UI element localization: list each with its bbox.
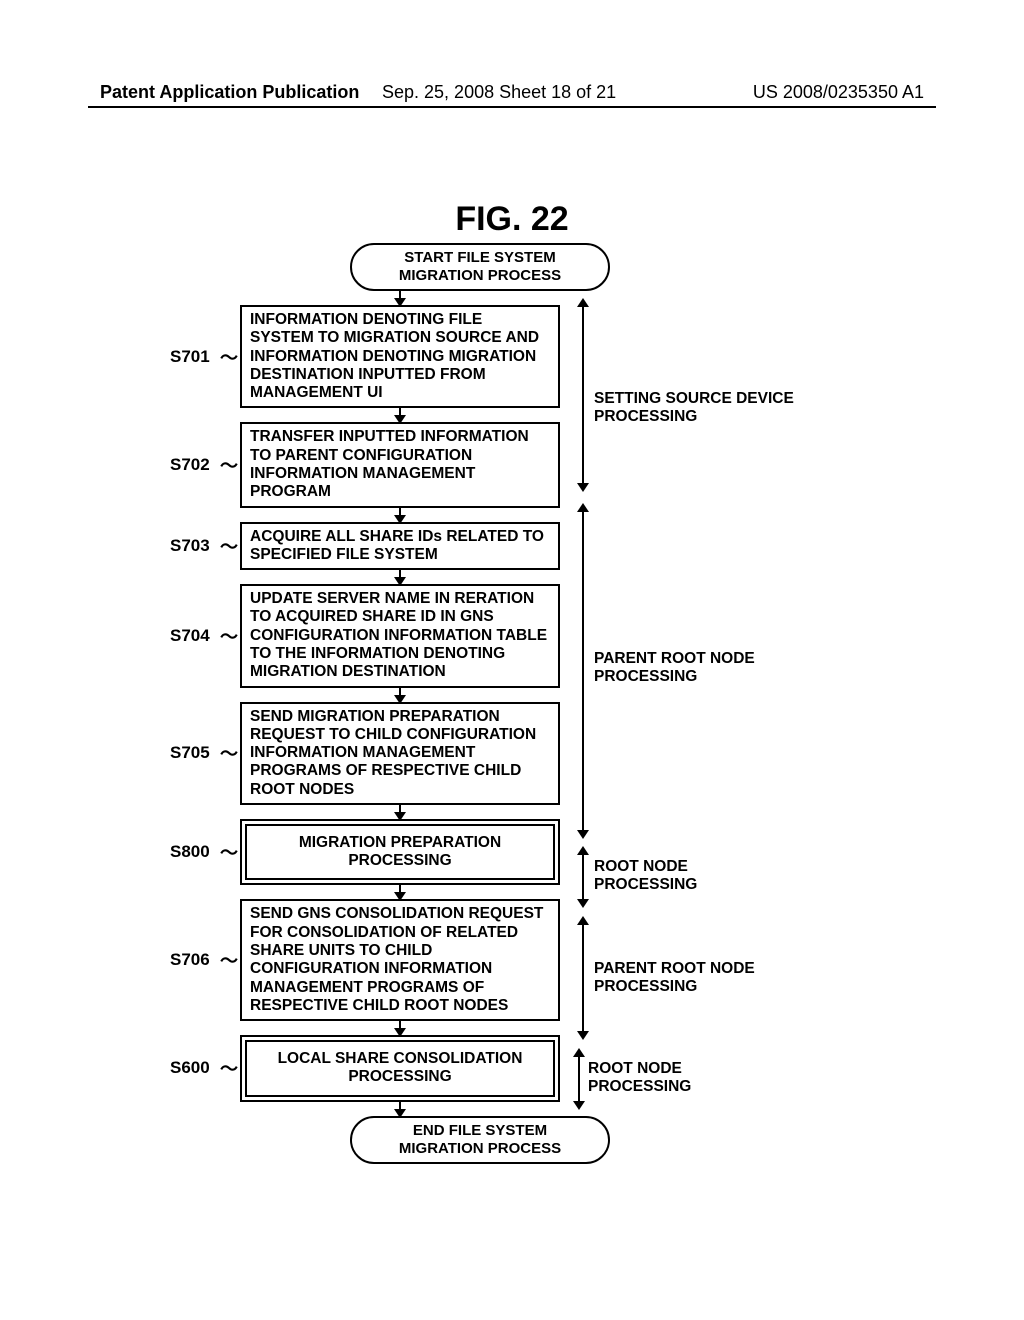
bracket-parent-root-1	[582, 505, 584, 837]
tilde-icon: 〜	[220, 623, 238, 649]
tilde-icon: 〜	[220, 1055, 238, 1081]
step-s701: S701 〜 INFORMATION DENOTING FILE SYSTEM …	[240, 305, 560, 408]
header-pub-number: US 2008/0235350 A1	[753, 82, 924, 103]
bracket-root-node-1	[582, 848, 584, 906]
bracket-label-root-node-1: ROOT NODE PROCESSING	[594, 858, 794, 895]
patent-page: Patent Application Publication Sep. 25, …	[0, 0, 1024, 1320]
tilde-icon: 〜	[220, 344, 238, 370]
bracket-setting-source	[582, 300, 584, 490]
step-text: SEND GNS CONSOLIDATION REQUEST FOR CONSO…	[240, 899, 560, 1021]
terminator-start: START FILE SYSTEM MIGRATION PROCESS	[350, 243, 610, 291]
bracket-root-node-2	[578, 1050, 580, 1108]
flowchart: START FILE SYSTEM MIGRATION PROCESS S701…	[170, 243, 790, 1164]
tilde-icon: 〜	[220, 452, 238, 478]
bracket-label-setting-source: SETTING SOURCE DEVICE PROCESSING	[594, 390, 794, 427]
step-id: S706	[170, 950, 210, 970]
terminator-end: END FILE SYSTEM MIGRATION PROCESS	[350, 1116, 610, 1164]
header-rule	[88, 106, 936, 108]
step-text: TRANSFER INPUTTED INFORMATION TO PARENT …	[240, 422, 560, 507]
figure-title: FIG. 22	[0, 200, 1024, 239]
tilde-icon: 〜	[220, 740, 238, 766]
step-text: UPDATE SERVER NAME IN RERATION TO ACQUIR…	[240, 584, 560, 687]
step-id: S704	[170, 626, 210, 646]
step-id: S701	[170, 347, 210, 367]
step-s706: S706 〜 SEND GNS CONSOLIDATION REQUEST FO…	[240, 899, 560, 1021]
step-text: ACQUIRE ALL SHARE IDs RELATED TO SPECIFI…	[240, 522, 560, 571]
step-s600: S600 〜 LOCAL SHARE CONSOLIDATION PROCESS…	[240, 1035, 560, 1102]
step-s704: S704 〜 UPDATE SERVER NAME IN RERATION TO…	[240, 584, 560, 687]
subprocess-text: MIGRATION PREPARATION PROCESSING	[245, 824, 555, 881]
tilde-icon: 〜	[220, 533, 238, 559]
step-id: S800	[170, 842, 210, 862]
step-id: S705	[170, 743, 210, 763]
step-s703: S703 〜 ACQUIRE ALL SHARE IDs RELATED TO …	[240, 522, 560, 571]
tilde-icon: 〜	[220, 839, 238, 865]
step-s702: S702 〜 TRANSFER INPUTTED INFORMATION TO …	[240, 422, 560, 507]
step-s705: S705 〜 SEND MIGRATION PREPARATION REQUES…	[240, 702, 560, 805]
header-pub-type: Patent Application Publication	[100, 82, 359, 103]
bracket-label-parent-root-1: PARENT ROOT NODE PROCESSING	[594, 650, 794, 687]
bracket-label-parent-root-2: PARENT ROOT NODE PROCESSING	[594, 960, 794, 997]
step-text: INFORMATION DENOTING FILE SYSTEM TO MIGR…	[240, 305, 560, 408]
step-id: S600	[170, 1058, 210, 1078]
tilde-icon: 〜	[220, 947, 238, 973]
subprocess-text: LOCAL SHARE CONSOLIDATION PROCESSING	[245, 1040, 555, 1097]
bracket-parent-root-2	[582, 918, 584, 1038]
step-s800: S800 〜 MIGRATION PREPARATION PROCESSING	[240, 819, 560, 886]
step-id: S703	[170, 536, 210, 556]
bracket-label-root-node-2: ROOT NODE PROCESSING	[588, 1060, 788, 1097]
step-id: S702	[170, 455, 210, 475]
step-text: SEND MIGRATION PREPARATION REQUEST TO CH…	[240, 702, 560, 805]
header-date-sheet: Sep. 25, 2008 Sheet 18 of 21	[382, 82, 616, 103]
